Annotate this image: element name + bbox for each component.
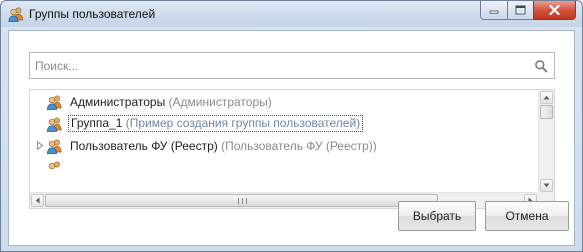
vertical-scroll-thumb[interactable] xyxy=(540,105,553,119)
user-group-icon xyxy=(8,7,24,22)
title-bar[interactable]: Группы пользователей xyxy=(1,1,582,27)
dialog-content: Поиск... Администраторы (Администраторы)… xyxy=(8,30,575,246)
user-group-icon xyxy=(46,117,62,132)
search-input[interactable]: Поиск... xyxy=(29,52,555,79)
search-placeholder: Поиск... xyxy=(35,59,79,73)
tree-item[interactable]: Пользователь ФУ (Реестр) (Пользователь Ф… xyxy=(30,135,540,157)
maximize-icon xyxy=(515,5,526,15)
horizontal-scroll-thumb[interactable] xyxy=(45,194,438,207)
dialog-window: Группы пользователей Поиск... Администра… xyxy=(0,0,583,252)
tree-item-label: Администраторы (Администраторы) xyxy=(68,94,274,111)
tree-item-label: Пользователь ФУ (Реестр) (Пользователь Ф… xyxy=(68,138,379,155)
user-groups-tree[interactable]: Администраторы (Администраторы) Группа_1… xyxy=(29,89,555,209)
maximize-button[interactable] xyxy=(507,1,533,20)
minimize-button[interactable] xyxy=(480,1,507,20)
close-button[interactable] xyxy=(533,1,576,20)
scroll-left-button[interactable] xyxy=(31,194,44,207)
arrow-up-icon xyxy=(543,95,550,100)
scroll-down-button[interactable] xyxy=(540,179,553,192)
group-name: Группа_1 xyxy=(71,116,123,130)
tree-item-label: Группа_1 (Пример создания группы пользов… xyxy=(68,115,364,132)
group-name: Администраторы xyxy=(70,95,166,109)
user-group-icon xyxy=(48,161,60,170)
grip-icon xyxy=(238,198,247,204)
tree-item-partial[interactable] xyxy=(30,157,540,179)
window-title: Группы пользователей xyxy=(29,7,156,21)
minimize-icon xyxy=(489,10,499,14)
tree-items: Администраторы (Администраторы) Группа_1… xyxy=(30,90,540,194)
select-button[interactable]: Выбрать xyxy=(398,201,476,231)
expand-arrow-icon[interactable] xyxy=(36,141,44,150)
vertical-scrollbar[interactable] xyxy=(538,90,554,194)
arrow-left-icon xyxy=(35,197,40,204)
user-group-icon xyxy=(46,139,62,154)
group-description: (Пример создания группы пользователей) xyxy=(125,116,361,130)
group-description: (Администраторы) xyxy=(168,95,272,109)
group-name: Пользователь ФУ (Реестр) xyxy=(70,139,218,153)
cancel-button[interactable]: Отмена xyxy=(485,201,569,231)
group-description: (Пользователь ФУ (Реестр)) xyxy=(221,139,377,153)
close-icon xyxy=(549,5,560,15)
tree-item-selected[interactable]: Группа_1 (Пример создания группы пользов… xyxy=(30,113,540,135)
window-controls xyxy=(480,1,576,20)
search-icon[interactable] xyxy=(534,59,548,73)
tree-item[interactable]: Администраторы (Администраторы) xyxy=(30,91,540,113)
scroll-up-button[interactable] xyxy=(540,91,553,104)
user-group-icon xyxy=(46,95,62,110)
arrow-down-icon xyxy=(543,183,550,188)
